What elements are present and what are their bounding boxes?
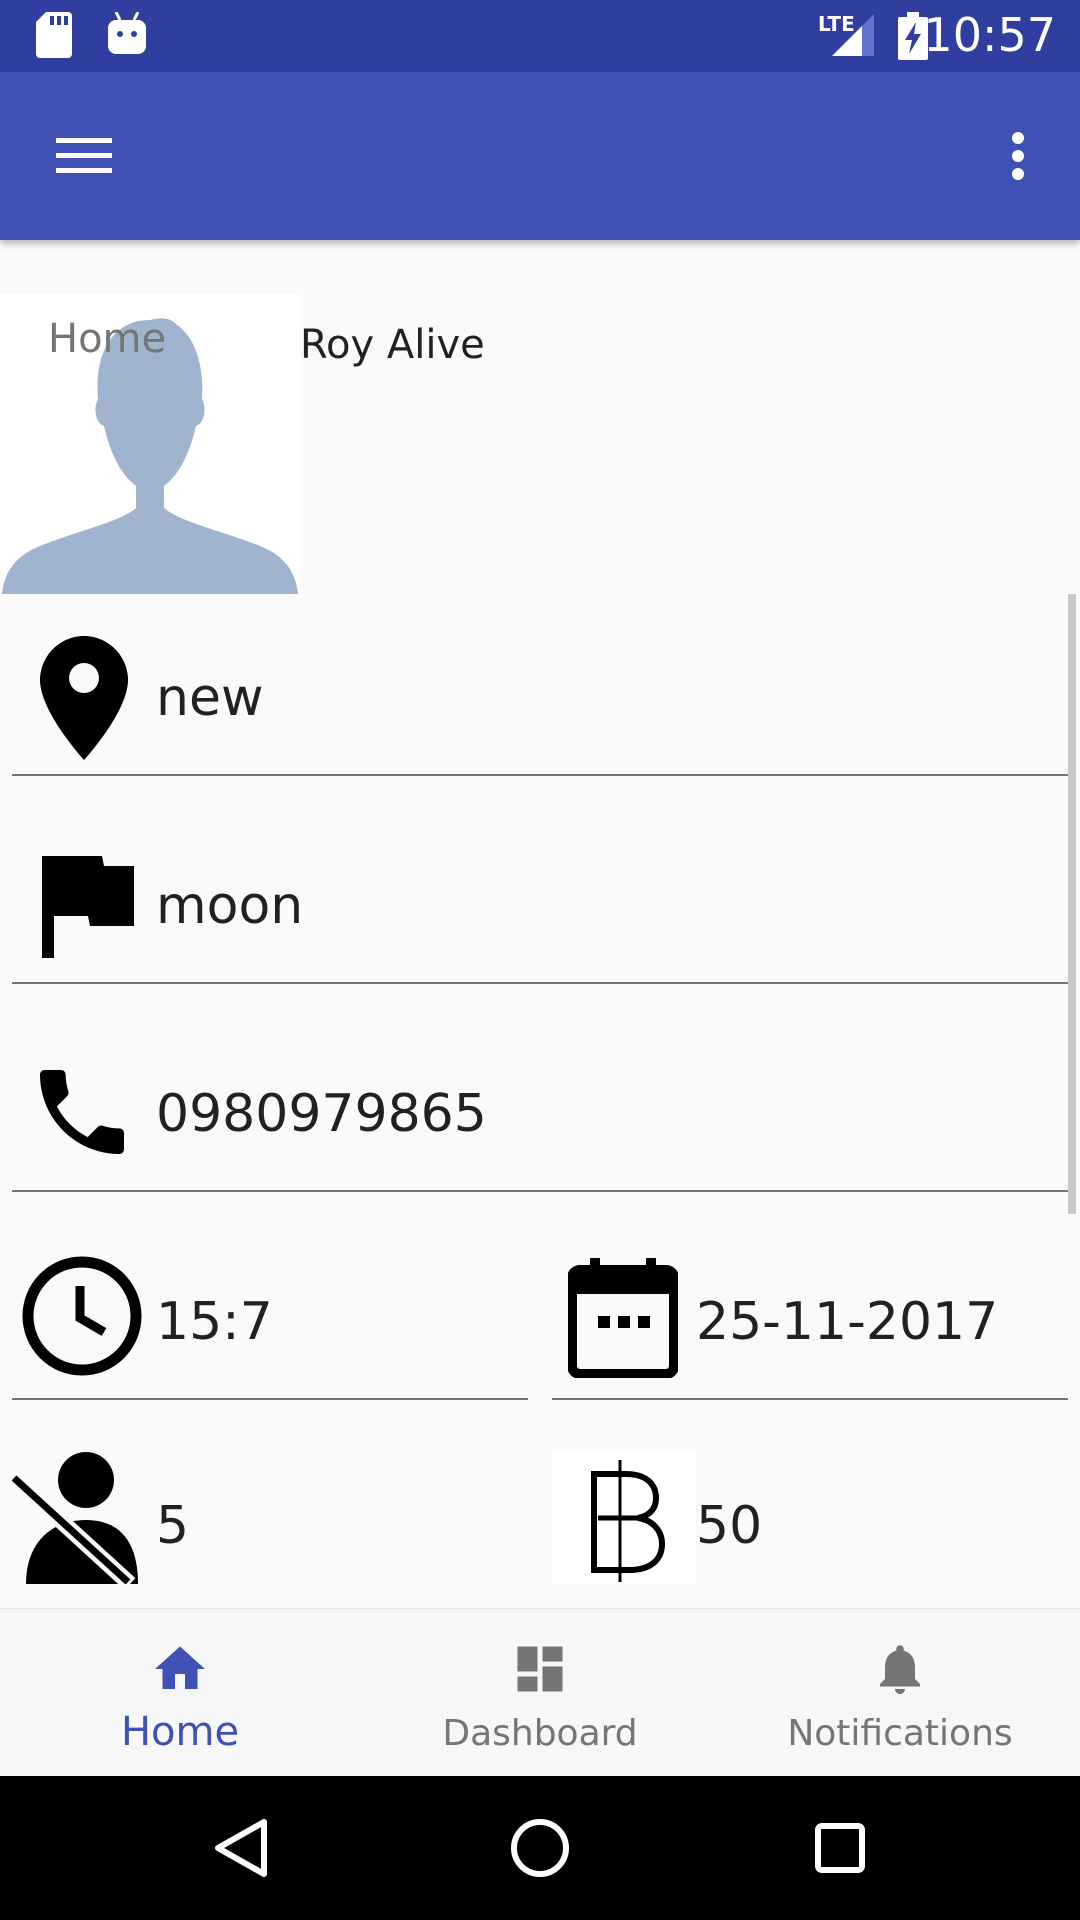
- phone-field[interactable]: 0980979865: [12, 1036, 1068, 1192]
- nav-item-dashboard[interactable]: Dashboard: [360, 1609, 720, 1777]
- recents-icon[interactable]: [804, 1812, 876, 1884]
- sd-card-icon: [36, 12, 72, 58]
- home-circle-icon[interactable]: [504, 1812, 576, 1884]
- back-icon[interactable]: [204, 1812, 276, 1884]
- home-icon: [155, 1646, 205, 1689]
- user-name: Roy Alive: [300, 322, 485, 368]
- location-underline: [12, 774, 1068, 776]
- hamburger-menu-icon[interactable]: [40, 116, 128, 196]
- lte-signal-icon: [832, 14, 874, 56]
- seat-icon: [12, 1452, 138, 1584]
- time-value: 15:7: [156, 1292, 273, 1352]
- page-label: Home: [48, 316, 167, 362]
- nav-item-notifications[interactable]: Notifications: [720, 1609, 1080, 1777]
- nav-label-home: Home: [120, 1709, 240, 1755]
- flag-icon: [42, 856, 134, 958]
- price-value: 50: [696, 1496, 763, 1556]
- price-field[interactable]: 50: [552, 1452, 1068, 1584]
- phone-underline: [12, 1190, 1068, 1192]
- system-nav-bar: [0, 1776, 1080, 1920]
- nav-label-notifications: Notifications: [787, 1713, 1013, 1754]
- status-bar: LTE 10:57: [0, 0, 1080, 72]
- location-field[interactable]: new: [12, 620, 1068, 776]
- time-field[interactable]: 15:7: [12, 1244, 528, 1400]
- flag-underline: [12, 982, 1068, 984]
- date-underline: [552, 1398, 1068, 1400]
- bell-icon: [880, 1645, 920, 1694]
- more-vert-icon[interactable]: [986, 116, 1050, 196]
- dashboard-icon: [517, 1646, 563, 1692]
- phone-value: 0980979865: [156, 1084, 487, 1144]
- status-time: 10:57: [923, 8, 1056, 62]
- clock-icon: [22, 1256, 142, 1376]
- location-value: new: [156, 668, 264, 728]
- date-value: 25-11-2017: [696, 1292, 999, 1352]
- location-pin-icon: [40, 636, 128, 760]
- android-debug-icon: [108, 12, 146, 54]
- nav-item-home[interactable]: Home: [0, 1609, 360, 1777]
- scrollbar[interactable]: [1068, 594, 1076, 1214]
- flag-value: moon: [156, 876, 304, 936]
- date-field[interactable]: 25-11-2017: [552, 1244, 1068, 1400]
- nav-label-dashboard: Dashboard: [442, 1713, 638, 1754]
- flag-field[interactable]: moon: [12, 828, 1068, 984]
- seats-field[interactable]: 5: [12, 1452, 528, 1584]
- baht-icon: [552, 1452, 696, 1584]
- phone-icon: [40, 1070, 124, 1154]
- calendar-icon: [568, 1258, 678, 1378]
- bottom-nav: Home Dashboard Notifications: [0, 1608, 1080, 1777]
- seats-value: 5: [156, 1496, 190, 1556]
- time-underline: [12, 1398, 528, 1400]
- app-bar: [0, 72, 1080, 240]
